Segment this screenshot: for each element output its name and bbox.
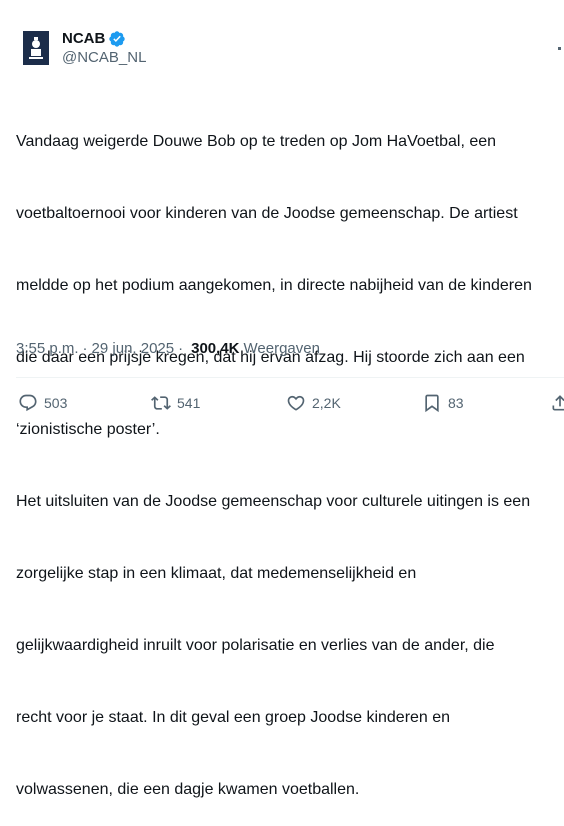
tweet-text-line: ‘zionistische poster’. [16, 421, 160, 438]
tweet-meta: 3:55 p.m. · 29 jun. 2025 · 300,4K Weerga… [16, 340, 320, 357]
bookmark-count: 83 [448, 395, 464, 411]
views-count[interactable]: 300,4K [191, 340, 239, 357]
meta-separator: · [82, 340, 88, 357]
tweet-date[interactable]: 29 jun. 2025 [92, 340, 175, 357]
avatar[interactable] [16, 28, 56, 68]
tweet-text: Vandaag weigerde Douwe Bob op te treden … [16, 82, 564, 826]
tweet-time[interactable]: 3:55 p.m. [16, 340, 79, 357]
verified-badge-icon[interactable] [108, 30, 126, 48]
tweet-text-line: recht voor je staat. In dit geval een gr… [16, 709, 451, 726]
bookmark-icon [425, 394, 439, 413]
repost-count: 541 [177, 395, 201, 411]
bookmark-button[interactable]: 83 [422, 390, 464, 416]
tweet-text-line: volwassenen, die een dagje kwamen voetba… [16, 781, 360, 798]
user-handle[interactable]: @NCAB_NL [62, 48, 146, 67]
reply-count: 503 [44, 395, 68, 411]
author-info: NCAB @NCAB_NL [62, 29, 146, 67]
like-button[interactable]: 2,2K [286, 390, 341, 416]
tweet-text-line: zorgelijke stap in een klimaat, dat mede… [16, 565, 417, 582]
action-bar: 503 541 2,2K 83 [16, 390, 564, 416]
meta-separator: · [178, 340, 184, 357]
display-name[interactable]: NCAB [62, 29, 105, 48]
views-label[interactable]: Weergaven [244, 340, 320, 357]
more-options-icon[interactable] [558, 44, 564, 54]
repost-icon [151, 396, 171, 410]
tweet-header: NCAB @NCAB_NL [16, 26, 146, 70]
tweet-text-line: Vandaag weigerde Douwe Bob op te treden … [16, 133, 497, 150]
reply-icon [19, 394, 37, 412]
reply-button[interactable]: 503 [18, 390, 67, 416]
like-count: 2,2K [312, 395, 341, 411]
heart-icon [287, 395, 305, 411]
tweet-text-line: voetbaltoernooi voor kinderen van de Joo… [16, 205, 518, 222]
tweet-text-line: Het uitsluiten van de Joodse gemeenschap… [16, 493, 531, 510]
tweet-text-line: gelijkwaardigheid inruilt voor polarisat… [16, 637, 495, 654]
ncab-logo-icon [23, 31, 49, 65]
tweet-text-line: meldde op het podium aangekomen, in dire… [16, 277, 532, 294]
repost-button[interactable]: 541 [151, 390, 200, 416]
share-button[interactable] [550, 390, 564, 416]
divider [16, 377, 564, 378]
share-icon [552, 395, 564, 411]
